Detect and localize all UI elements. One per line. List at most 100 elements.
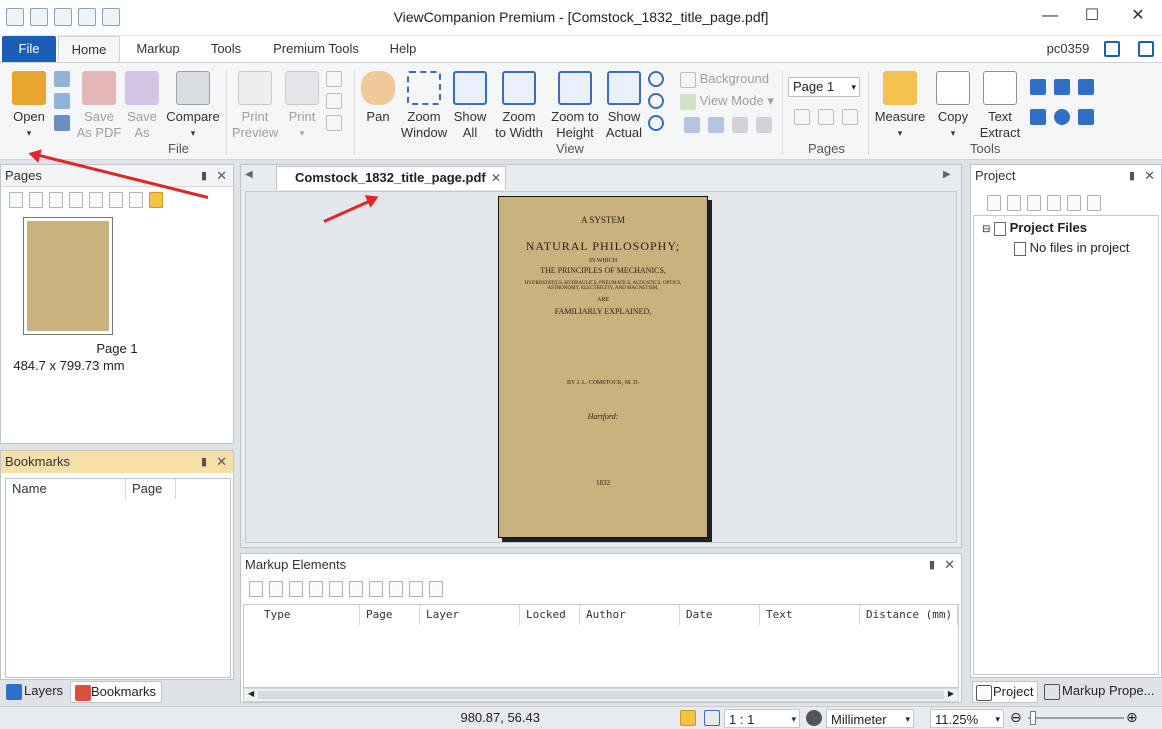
markup-column-page[interactable]: Page [360, 605, 420, 625]
tab-home[interactable]: Home [58, 36, 120, 62]
zoom-out-icon[interactable] [648, 93, 664, 109]
page-copy-icon[interactable] [29, 192, 43, 208]
tab-help[interactable]: Help [380, 36, 426, 62]
project-add-icon[interactable] [987, 195, 1001, 211]
pin-icon[interactable]: ▮ [929, 554, 935, 576]
comment-icon[interactable] [409, 581, 423, 597]
maximize-button[interactable]: ☐ [1082, 6, 1102, 26]
page-setup-icon[interactable] [326, 71, 342, 87]
zoom-to-width-button[interactable]: Zoom to Width [492, 71, 546, 141]
document-tab[interactable]: Comstock_1832_title_page.pdf ✕ [276, 166, 506, 190]
markup-column-type[interactable]: Type [244, 605, 360, 625]
pan-button[interactable]: Pan [358, 71, 398, 125]
goto-page-icon[interactable] [842, 109, 858, 125]
plane-icon[interactable] [1030, 109, 1046, 125]
settings-icon[interactable] [1078, 109, 1094, 125]
delete-icon[interactable] [389, 581, 403, 597]
page-insert-icon[interactable] [49, 192, 63, 208]
unit-select[interactable]: Millimeter ▾ [826, 709, 914, 728]
batch-print-icon[interactable] [326, 93, 342, 109]
show-all-button[interactable]: Show All [450, 71, 490, 141]
tab-file[interactable]: File [2, 36, 56, 62]
rotate-left-icon[interactable] [684, 117, 700, 133]
tab-markup[interactable]: Markup [126, 36, 190, 62]
mirror-icon[interactable] [732, 117, 748, 133]
project-open-icon[interactable] [1087, 195, 1101, 211]
pin-icon[interactable]: ▮ [201, 451, 207, 473]
rotate-right-icon[interactable] [708, 117, 724, 133]
print-button[interactable]: Print ▾ [282, 71, 322, 141]
page-export-icon[interactable] [109, 192, 123, 208]
close-icon[interactable]: ✕ [216, 451, 227, 473]
zoom-out-button[interactable]: ⊖ [1010, 709, 1022, 726]
close-button[interactable]: ✕ [1128, 6, 1148, 26]
open-button[interactable]: Open ▾ [6, 71, 52, 141]
markup-column-distance[interactable]: Distance (mm) [860, 605, 958, 625]
page-extract-icon[interactable] [129, 192, 143, 208]
zoom-previous-icon[interactable] [648, 115, 664, 131]
close-icon[interactable]: ✕ [944, 554, 955, 576]
markup-table[interactable]: Type Page Layer Locked Author Date Text … [243, 604, 959, 688]
print-settings-icon[interactable] [326, 115, 342, 131]
scroll-right-icon[interactable]: ▶ [943, 169, 951, 180]
bookmarks-list[interactable]: Name Page [5, 478, 231, 678]
layout-icon[interactable] [1104, 41, 1120, 57]
search-icon[interactable] [1054, 109, 1070, 125]
zoom-select[interactable]: 11.25% ▾ [930, 709, 1004, 728]
close-icon[interactable]: ✕ [1144, 165, 1155, 187]
zoom-slider-handle[interactable] [1030, 711, 1036, 725]
reload-icon[interactable] [54, 93, 70, 109]
compare-button[interactable]: Compare ▾ [164, 71, 222, 141]
close-icon[interactable]: ✕ [216, 165, 227, 187]
zoom-in-button[interactable]: ⊕ [1126, 709, 1138, 726]
zoom-slider[interactable] [1028, 711, 1124, 725]
project-tree[interactable]: ⊟ Project Files No files in project [973, 215, 1159, 675]
markup-column-date[interactable]: Date [680, 605, 760, 625]
thumbnail-view-icon[interactable] [149, 192, 163, 208]
project-files-node[interactable]: ⊟ Project Files [982, 220, 1087, 236]
flip-icon[interactable] [756, 117, 772, 133]
print-preview-button[interactable]: Print Preview [230, 71, 280, 141]
sum-icon[interactable] [289, 581, 303, 597]
collapse-icon[interactable]: ⊟ [982, 224, 990, 235]
window-restore-icon[interactable] [1138, 41, 1154, 57]
markup-export-icon[interactable] [269, 581, 283, 597]
markup-column-locked[interactable]: Locked [520, 605, 580, 625]
pin-icon[interactable]: ▮ [201, 165, 207, 187]
text-extract-button[interactable]: Text Extract [976, 71, 1024, 141]
scale-select[interactable]: 1 : 1 ▾ [724, 709, 800, 728]
scroll-right-icon[interactable]: ▶ [948, 689, 954, 698]
arrow-right-icon[interactable] [309, 581, 323, 597]
markup-column-author[interactable]: Author [580, 605, 680, 625]
draw-icon[interactable] [1030, 79, 1046, 95]
tab-bookmarks[interactable]: Bookmarks [70, 681, 162, 703]
save-as-button[interactable]: Save As [122, 71, 162, 141]
show-actual-button[interactable]: Show Actual [602, 71, 646, 141]
scroll-left-icon[interactable]: ◀ [245, 169, 253, 180]
page-remove-icon[interactable] [69, 192, 83, 208]
page-thumbnail[interactable] [23, 217, 113, 335]
pin-icon[interactable]: ▮ [1129, 165, 1135, 187]
bookmarks-column-page[interactable]: Page [126, 479, 176, 499]
pdf-page[interactable]: A SYSTEM NATURAL PHILOSOPHY; IN WHICH TH… [498, 196, 708, 538]
zoom-to-height-button[interactable]: Zoom to Height [548, 71, 602, 141]
view-mode-button[interactable]: View Mode ▾ [680, 93, 780, 110]
measure-button[interactable]: Measure ▾ [872, 71, 928, 141]
glasses-icon[interactable] [1054, 79, 1070, 95]
project-save-icon[interactable] [1067, 195, 1081, 211]
snap-icon[interactable] [680, 710, 696, 726]
tab-markup-properties[interactable]: Markup Prope... [1040, 681, 1162, 703]
copy-button[interactable]: Copy ▾ [932, 71, 974, 141]
layers-icon[interactable] [429, 581, 443, 597]
previous-page-icon[interactable] [818, 109, 834, 125]
markup-list-icon[interactable] [249, 581, 263, 597]
markup-column-layer[interactable]: Layer [420, 605, 520, 625]
page-delete-icon[interactable] [89, 192, 103, 208]
info-icon[interactable] [54, 115, 70, 131]
save-as-pdf-button[interactable]: Save As PDF [76, 71, 122, 141]
tab-tools[interactable]: Tools [200, 36, 252, 62]
scroll-left-icon[interactable]: ◀ [248, 689, 254, 698]
zoom-in-icon[interactable] [648, 71, 664, 87]
lock-icon[interactable] [349, 581, 363, 597]
document-canvas[interactable]: A SYSTEM NATURAL PHILOSOPHY; IN WHICH TH… [245, 191, 957, 543]
